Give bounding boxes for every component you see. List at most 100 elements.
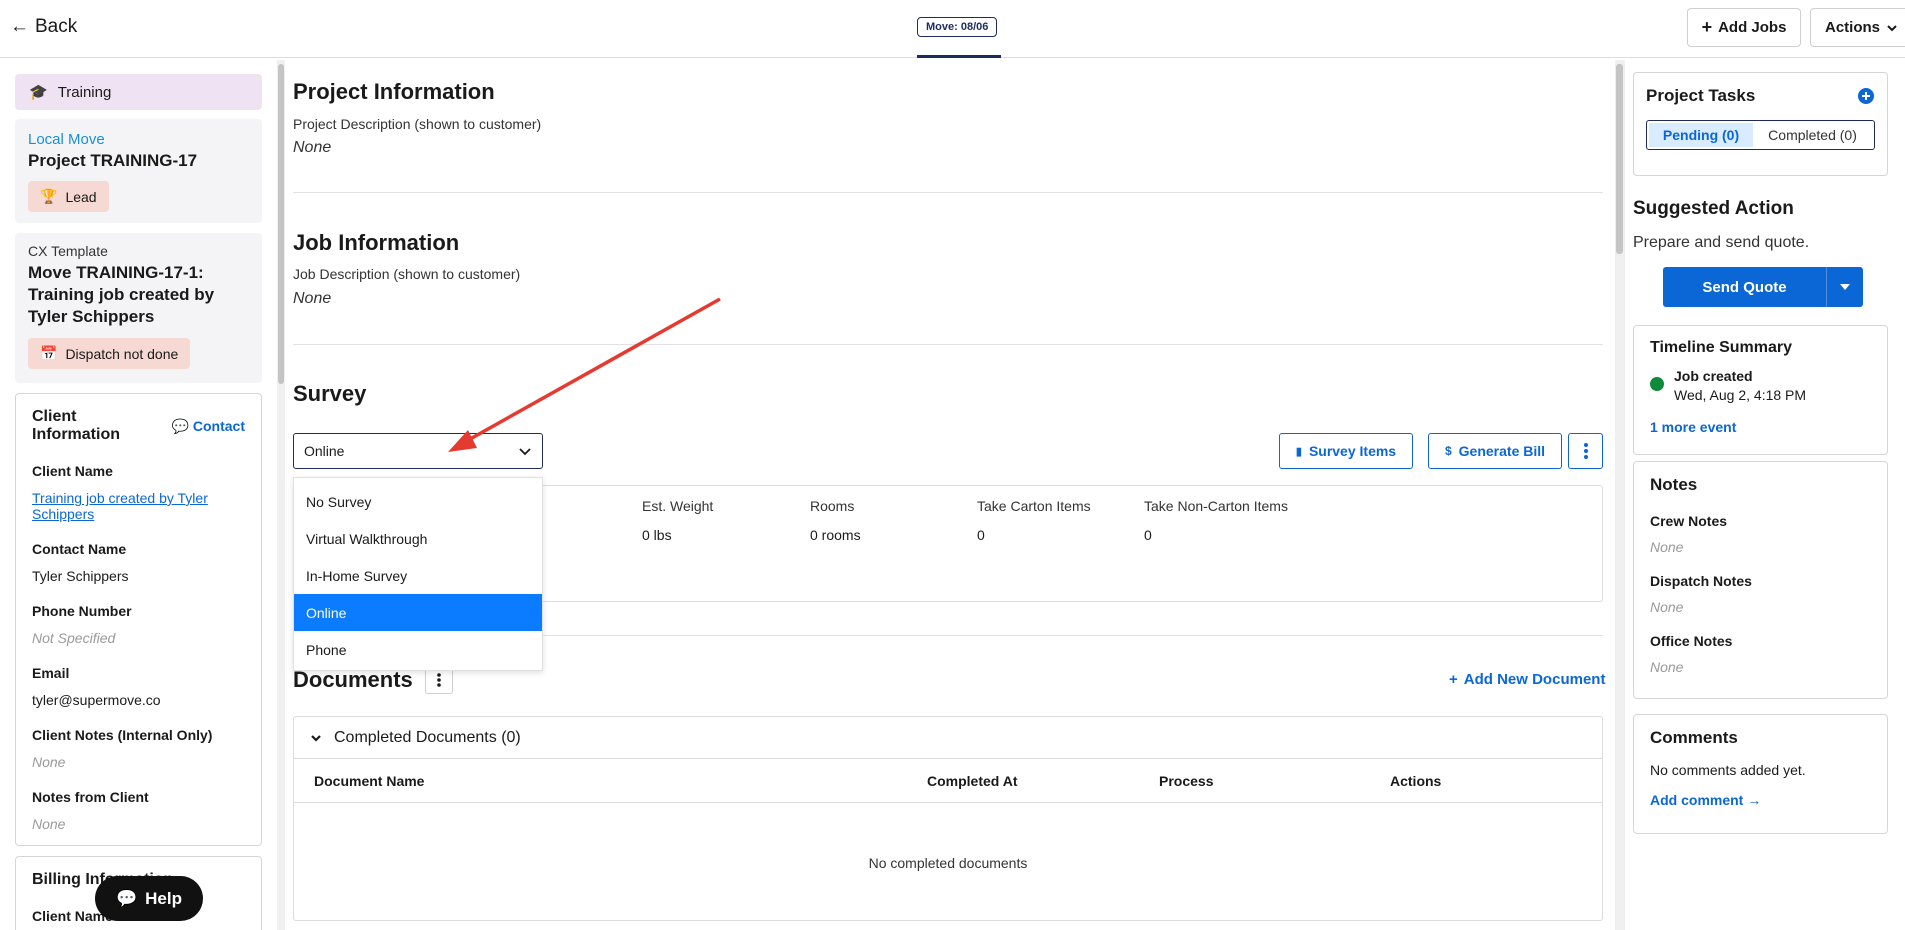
plus-icon: +: [1449, 671, 1458, 688]
phone-value: Not Specified: [32, 630, 116, 646]
timeline-event: Job created Wed, Aug 2, 4:18 PM: [1650, 368, 1871, 403]
email-label: Email: [32, 665, 70, 681]
add-new-document-link[interactable]: + Add New Document: [1449, 671, 1605, 688]
office-notes-value[interactable]: None: [1650, 659, 1871, 675]
survey-col: Take Non-Carton Items 0: [1144, 498, 1288, 543]
dropdown-option-virtual-walkthrough[interactable]: Virtual Walkthrough: [294, 520, 542, 557]
back-button[interactable]: ← Back: [10, 16, 77, 38]
crew-notes-value[interactable]: None: [1650, 539, 1871, 555]
task-tabs: Pending (0) Completed (0): [1646, 120, 1875, 150]
timeline-event-date: Wed, Aug 2, 4:18 PM: [1674, 387, 1807, 403]
caret-down-icon: [1840, 284, 1850, 290]
client-information-card: Client Information 💬 Contact Client Name…: [15, 393, 262, 846]
suggested-action-title: Suggested Action: [1633, 198, 1794, 219]
column-document-name: Document Name: [314, 773, 425, 789]
client-notes-value: None: [32, 754, 66, 770]
trophy-icon: 🏆: [40, 188, 58, 204]
tab-completed[interactable]: Completed (0): [1753, 123, 1872, 147]
timeline-summary-card: Timeline Summary Job created Wed, Aug 2,…: [1633, 325, 1888, 455]
contact-link[interactable]: 💬 Contact: [171, 418, 245, 435]
calendar-check-icon: 📅: [40, 345, 58, 361]
comments-card: Comments No comments added yet. Add comm…: [1633, 714, 1888, 834]
main-scrollbar[interactable]: [1615, 60, 1625, 930]
tab-move[interactable]: Move: 08/06: [917, 17, 998, 37]
contact-label: Contact: [192, 418, 245, 434]
left-panel: 🎓 Training Local Move Project TRAINING-1…: [0, 59, 275, 930]
survey-col-header: Take Non-Carton Items: [1144, 498, 1288, 514]
dollar-icon: $: [1444, 444, 1452, 458]
contact-name-label: Contact Name: [32, 541, 127, 557]
client-notes-label: Client Notes (Internal Only): [32, 727, 213, 743]
left-scrollbar-thumb[interactable]: [278, 64, 284, 384]
survey-col-value: 0: [1144, 527, 1152, 543]
project-type: Local Move: [28, 131, 105, 148]
right-panel: Project Tasks Pending (0) Completed (0) …: [1628, 59, 1905, 930]
suggested-action-text: Prepare and send quote.: [1633, 234, 1810, 251]
project-card[interactable]: Local Move Project TRAINING-17 🏆 Lead: [15, 119, 262, 223]
chevron-down-icon: [311, 734, 321, 742]
add-new-document-label: Add New Document: [1463, 671, 1606, 688]
job-card[interactable]: CX Template Move TRAINING-17-1: Training…: [15, 233, 262, 383]
notes-from-client-value: None: [32, 816, 66, 832]
more-events-link[interactable]: 1 more event: [1650, 419, 1871, 435]
help-label: Help: [145, 888, 182, 908]
empty-state-text: No completed documents: [868, 855, 1028, 871]
timeline-title: Timeline Summary: [1650, 339, 1792, 356]
back-label: Back: [35, 16, 78, 37]
no-comments-text: No comments added yet.: [1650, 762, 1806, 778]
completed-documents-toggle[interactable]: Completed Documents (0): [294, 717, 1602, 759]
add-jobs-button[interactable]: + Add Jobs: [1687, 8, 1801, 47]
tab-pending[interactable]: Pending (0): [1649, 123, 1754, 147]
top-bar: ← Back Move: 08/06 + Add Jobs Actions: [0, 0, 1905, 58]
send-quote-button[interactable]: Send Quote: [1663, 267, 1863, 307]
email-value: tyler@supermove.co: [32, 692, 161, 708]
dispatch-badge: 📅 Dispatch not done: [28, 338, 191, 369]
dropdown-option-in-home-survey[interactable]: In-Home Survey: [294, 557, 542, 594]
kebab-menu-icon: [1583, 443, 1588, 459]
project-tasks-card: Project Tasks Pending (0) Completed (0): [1633, 72, 1888, 176]
client-name-label: Client Name: [32, 463, 113, 479]
column-actions: Actions: [1390, 773, 1442, 789]
completed-documents-label: Completed Documents (0): [334, 728, 521, 746]
chat-bubble-icon: 💬: [115, 888, 138, 908]
add-task-icon[interactable]: [1857, 87, 1875, 105]
cx-template-label: CX Template: [28, 243, 108, 259]
help-button[interactable]: 💬 Help: [95, 876, 203, 921]
survey-more-button[interactable]: [1568, 433, 1603, 469]
generate-bill-button[interactable]: $ Generate Bill: [1428, 433, 1562, 469]
survey-items-label: Survey Items: [1308, 443, 1397, 459]
notes-title: Notes: [1650, 475, 1698, 494]
survey-items-button[interactable]: ▮ Survey Items: [1279, 433, 1413, 469]
left-scrollbar[interactable]: [277, 60, 285, 930]
project-name: Project TRAINING-17: [28, 151, 198, 170]
client-name-link[interactable]: Training job created by Tyler Schippers: [32, 490, 245, 522]
status-label: Lead: [65, 188, 97, 205]
survey-col-value: 0 lbs: [642, 527, 672, 543]
dispatch-label: Dispatch not done: [65, 345, 179, 362]
actions-button[interactable]: Actions: [1810, 8, 1905, 47]
status-dot-icon: [1650, 377, 1664, 391]
dispatch-notes-label: Dispatch Notes: [1650, 573, 1752, 589]
phone-label: Phone Number: [32, 603, 132, 619]
dropdown-option-phone[interactable]: Phone: [294, 631, 542, 668]
table-header: Document Name Completed At Process Actio…: [294, 759, 1602, 803]
actions-label: Actions: [1825, 19, 1881, 36]
main-scrollbar-thumb[interactable]: [1616, 64, 1623, 254]
graduation-cap-icon: 🎓: [29, 84, 48, 101]
contact-name-value: Tyler Schippers: [32, 568, 129, 584]
training-banner: 🎓 Training: [15, 74, 262, 110]
training-label: Training: [57, 83, 112, 101]
kebab-menu-icon: [436, 673, 441, 687]
completed-documents-table: Completed Documents (0) Document Name Co…: [293, 716, 1603, 921]
notes-card: Notes Crew Notes None Dispatch Notes Non…: [1633, 461, 1888, 699]
crew-notes-label: Crew Notes: [1650, 513, 1728, 529]
column-process: Process: [1159, 773, 1214, 789]
dropdown-option-online[interactable]: Online: [294, 594, 542, 631]
comments-title: Comments: [1650, 728, 1738, 747]
notes-from-client-label: Notes from Client: [32, 789, 149, 805]
dispatch-notes-value[interactable]: None: [1650, 599, 1871, 615]
send-quote-dropdown[interactable]: [1826, 267, 1863, 307]
client-info-title: Client Information: [32, 408, 120, 443]
add-comment-link[interactable]: Add comment →: [1650, 792, 1871, 808]
office-notes-label: Office Notes: [1650, 633, 1733, 649]
